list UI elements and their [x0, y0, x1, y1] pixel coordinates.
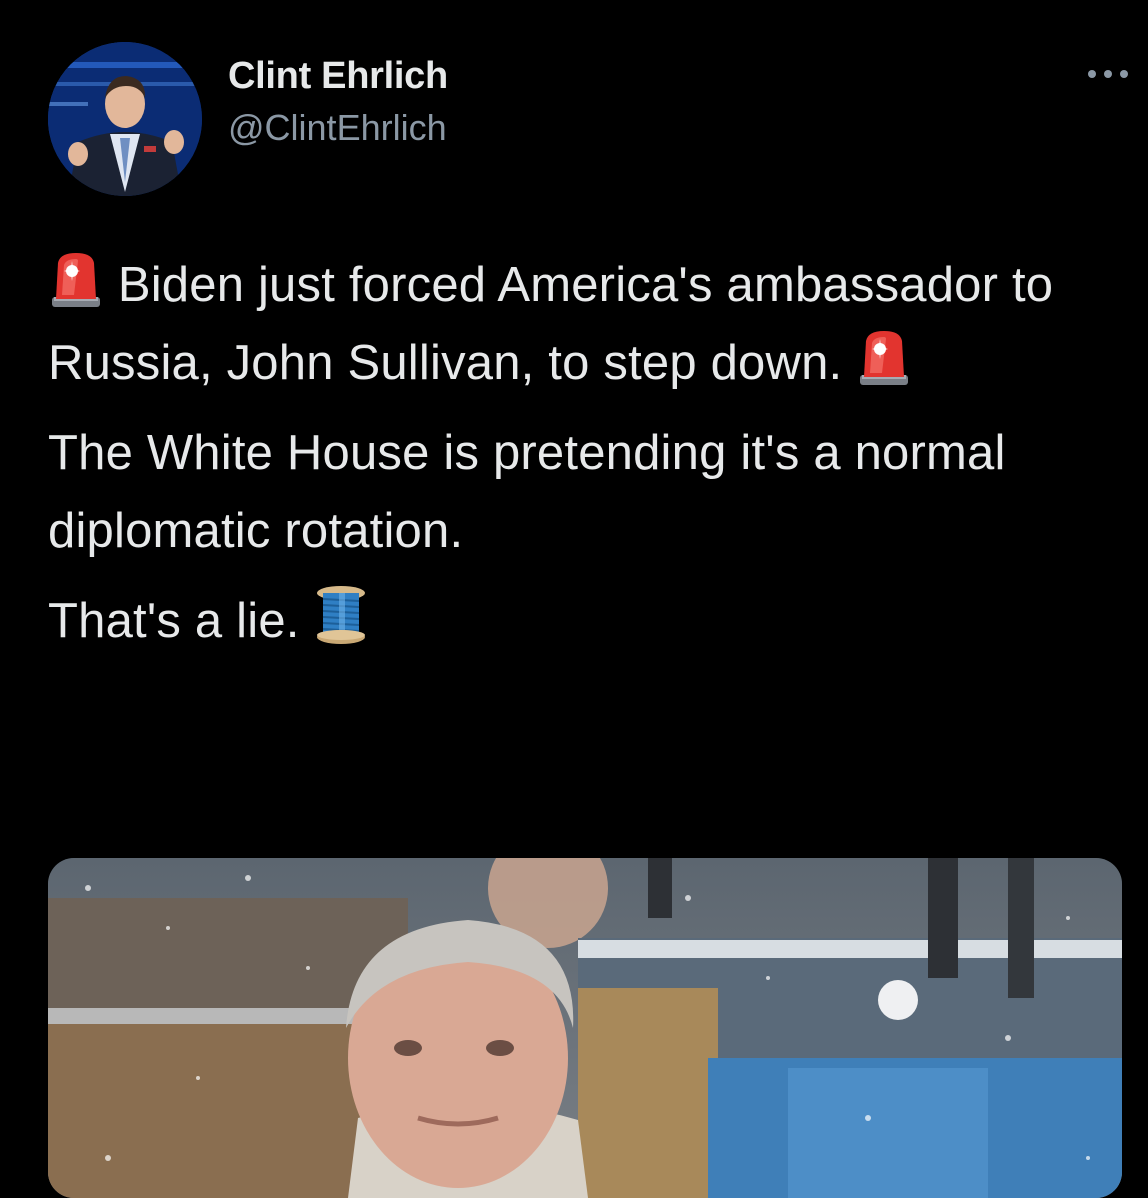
attached-photo	[48, 858, 1122, 1198]
dot	[1104, 70, 1112, 78]
more-options-icon[interactable]	[1088, 64, 1128, 84]
user-handle[interactable]: @ClintEhrlich	[228, 104, 448, 152]
dot	[1120, 70, 1128, 78]
avatar[interactable]	[48, 42, 202, 196]
tweet-line-3: That's a lie.	[48, 594, 300, 648]
tweet-line-2: The White House is pretending it's a nor…	[48, 426, 1006, 558]
avatar-photo	[48, 42, 202, 196]
tweet-paragraph-1: Biden just forced America's ambassador t…	[48, 246, 1108, 402]
tweet[interactable]: Clint Ehrlich @ClintEhrlich Biden just f…	[0, 0, 1148, 1198]
tweet-paragraph-2: The White House is pretending it's a nor…	[48, 414, 1108, 570]
media-attachment[interactable]	[48, 858, 1122, 1198]
tweet-text: Biden just forced America's ambassador t…	[48, 246, 1108, 672]
tweet-header: Clint Ehrlich @ClintEhrlich	[48, 42, 1128, 196]
display-name[interactable]: Clint Ehrlich	[228, 52, 448, 100]
police-car-light-icon	[52, 253, 100, 307]
dot	[1088, 70, 1096, 78]
author-info: Clint Ehrlich @ClintEhrlich	[228, 52, 448, 152]
tweet-paragraph-3: That's a lie.	[48, 582, 1108, 660]
police-car-light-icon	[860, 331, 909, 385]
thread-spool-icon	[317, 586, 366, 644]
